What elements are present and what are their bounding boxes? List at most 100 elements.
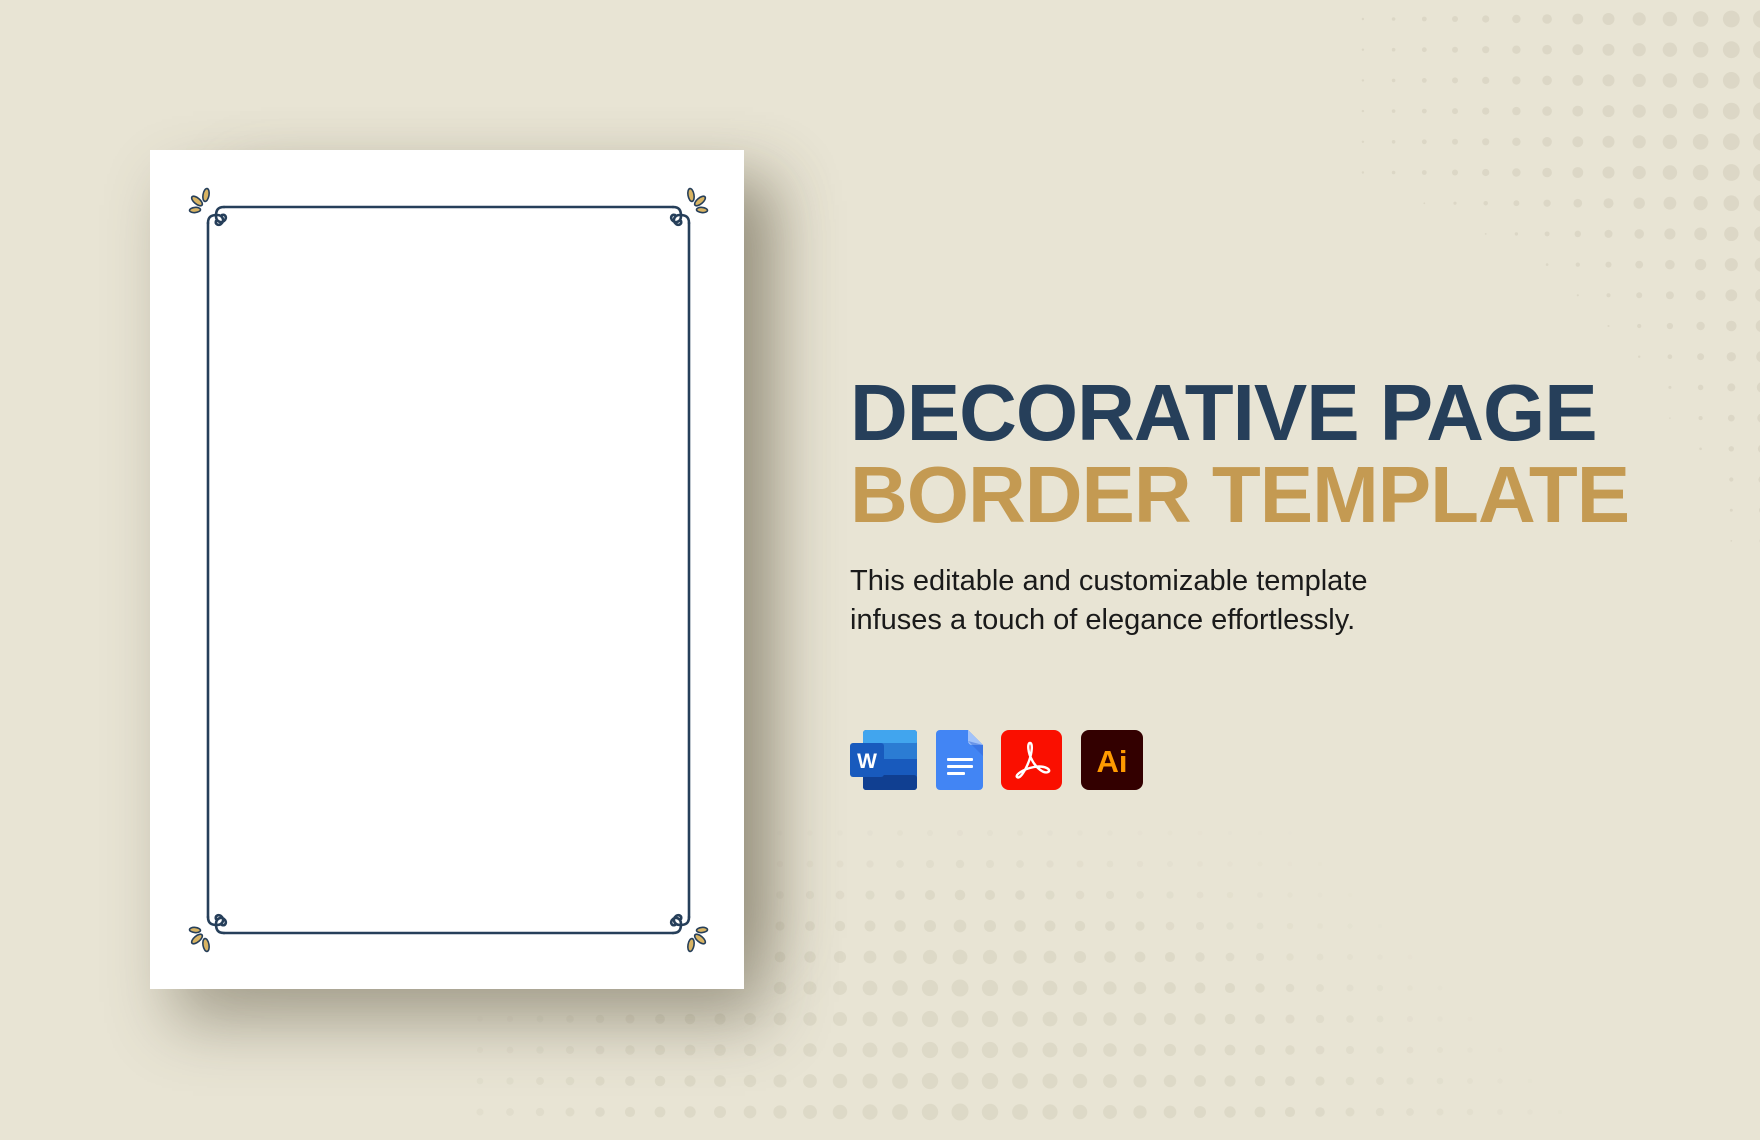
halftone-dot [1753, 10, 1760, 28]
halftone-dot [1729, 477, 1734, 482]
halftone-dot [1603, 198, 1614, 209]
halftone-dot [1164, 951, 1176, 963]
halftone-dot [1012, 1104, 1028, 1120]
halftone-dot [1257, 830, 1263, 836]
halftone-dot [1195, 952, 1205, 962]
halftone-dot [1361, 171, 1365, 174]
halftone-dot [1045, 890, 1055, 900]
corner-ornament-top-right [669, 186, 710, 227]
halftone-dot [1163, 1105, 1177, 1119]
halftone-dot [1753, 194, 1760, 212]
halftone-dot [1421, 108, 1427, 114]
halftone-dot [981, 1103, 999, 1121]
halftone-dot [743, 1074, 757, 1088]
halftone-dot [832, 1011, 848, 1027]
halftone-dot [1724, 258, 1738, 272]
halftone-dot [713, 1105, 727, 1119]
halftone-dot [1288, 831, 1292, 835]
halftone-dot [1224, 982, 1236, 994]
halftone-dot [833, 950, 847, 964]
halftone-dot [1753, 163, 1760, 182]
halftone-dot [1284, 1106, 1296, 1118]
halftone-dot [1421, 170, 1427, 175]
halftone-dot [1696, 321, 1705, 331]
halftone-dot [1316, 953, 1324, 961]
halftone-dot [1391, 109, 1396, 113]
halftone-dot [1667, 354, 1673, 360]
halftone-dot [1346, 1015, 1354, 1023]
halftone-dot [1315, 1076, 1325, 1086]
halftone-dot [923, 919, 937, 933]
halftone-dot [1227, 861, 1233, 867]
halftone-dot [773, 1105, 787, 1119]
halftone-dot [1042, 980, 1058, 996]
halftone-dot [955, 859, 965, 869]
halftone-dot [1664, 228, 1676, 240]
halftone-dot [776, 860, 784, 868]
halftone-dot [595, 1107, 605, 1117]
halftone-dot [654, 1044, 666, 1056]
halftone-dot [1753, 40, 1760, 59]
halftone-dot [1662, 11, 1678, 27]
halftone-dot [1285, 1045, 1295, 1055]
halftone-dot [625, 1045, 635, 1055]
halftone-dot [744, 1013, 756, 1025]
halftone-dot [1482, 76, 1490, 84]
halftone-dot [1542, 137, 1552, 147]
halftone-dot [1103, 1074, 1117, 1088]
halftone-dot [476, 1046, 484, 1054]
halftone-dot [1017, 830, 1023, 836]
halftone-dot [1497, 1078, 1503, 1084]
halftone-dot [837, 830, 843, 836]
halftone-dot [1722, 133, 1740, 151]
halftone-dot [1482, 138, 1490, 146]
halftone-dot [1317, 923, 1323, 929]
halftone-dot [1133, 1012, 1147, 1026]
halftone-dot [1637, 323, 1642, 329]
halftone-dot [595, 1014, 605, 1024]
halftone-dot [1012, 1011, 1028, 1027]
halftone-dot [1727, 383, 1736, 392]
halftone-dot [1755, 320, 1760, 332]
halftone-dot [1753, 102, 1760, 120]
halftone-dot [1692, 164, 1709, 181]
halftone-dot [1722, 164, 1740, 181]
format-illustrator[interactable]: Ai [1081, 729, 1143, 791]
halftone-dot [1391, 78, 1396, 83]
halftone-dot [536, 1077, 544, 1085]
halftone-dot [1164, 1013, 1176, 1025]
halftone-dot [951, 1041, 969, 1059]
halftone-dot [1467, 1047, 1473, 1053]
halftone-dot [1106, 860, 1114, 868]
halftone-dot [1406, 1015, 1414, 1023]
halftone-dot [1497, 1109, 1503, 1115]
halftone-dot [862, 980, 878, 996]
halftone-dot [1196, 891, 1204, 899]
halftone-dot [1375, 1107, 1385, 1117]
template-preview-page[interactable] [150, 150, 744, 989]
halftone-dot [921, 1103, 939, 1121]
pdf-icon [1001, 730, 1062, 790]
halftone-dot [773, 981, 787, 995]
halftone-dot [1074, 920, 1086, 932]
format-word[interactable]: W [850, 729, 918, 791]
halftone-dot [1602, 74, 1615, 87]
halftone-dot [892, 1011, 908, 1027]
halftone-dot [1346, 953, 1354, 961]
halftone-dot [1605, 261, 1612, 268]
halftone-dot [1692, 72, 1709, 89]
halftone-dot [1254, 1075, 1266, 1087]
halftone-dot [1075, 890, 1085, 900]
halftone-dot [952, 949, 968, 965]
halftone-dot [1316, 984, 1324, 992]
halftone-dot [1194, 1013, 1206, 1025]
halftone-dot [1255, 952, 1265, 962]
halftone-dot [1103, 981, 1117, 995]
halftone-dot [987, 830, 993, 836]
format-pdf[interactable] [1001, 729, 1062, 791]
halftone-dot [1361, 48, 1365, 51]
halftone-dot [1391, 17, 1396, 21]
halftone-dot [1255, 983, 1265, 993]
halftone-dot [1406, 1108, 1414, 1116]
format-google-docs[interactable] [936, 729, 984, 791]
